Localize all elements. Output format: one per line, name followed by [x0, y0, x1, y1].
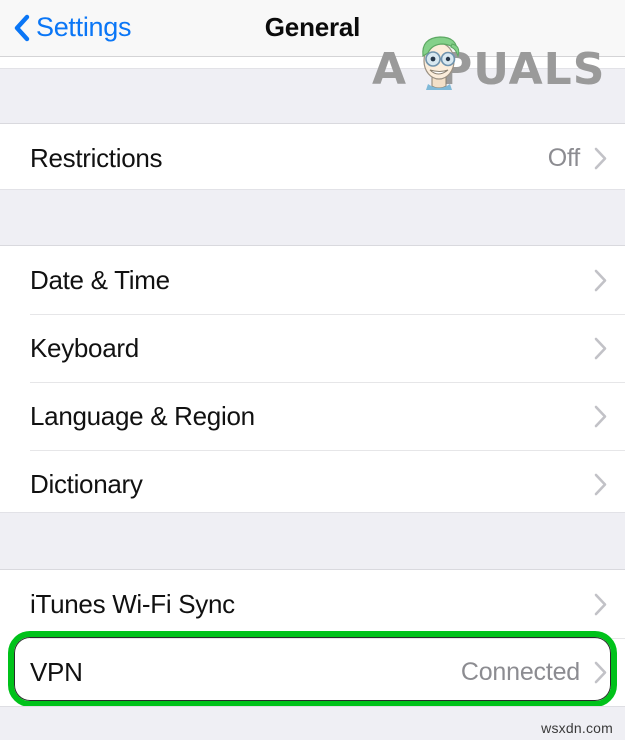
list-item-label: VPN [30, 656, 83, 687]
list-item-accessory [580, 337, 607, 360]
settings-group-sync: iTunes Wi-Fi Sync VPN Connected [0, 570, 625, 706]
list-item-value: Connected [460, 657, 580, 686]
chevron-right-icon [594, 473, 607, 496]
list-item-label: Dictionary [30, 468, 143, 499]
list-item-accessory [580, 269, 607, 292]
list-item-label: iTunes Wi-Fi Sync [30, 588, 235, 619]
chevron-right-icon [594, 269, 607, 292]
list-item-language-region[interactable]: Language & Region [0, 382, 625, 450]
navigation-bar: Settings General [0, 0, 625, 57]
chevron-right-icon [594, 337, 607, 360]
list-item-keyboard[interactable]: Keyboard [0, 314, 625, 382]
chevron-right-icon [594, 405, 607, 428]
list-item-itunes-wifi-sync[interactable]: iTunes Wi-Fi Sync [0, 570, 625, 638]
list-item-accessory: Off [548, 144, 607, 173]
list-item-accessory [580, 405, 607, 428]
list-item-date-time[interactable]: Date & Time [0, 246, 625, 314]
chevron-right-icon [594, 593, 607, 616]
list-item-label: Keyboard [30, 332, 139, 363]
list-item-accessory: Connected [461, 658, 607, 687]
section-gap-middle [0, 189, 625, 246]
list-item-label: Restrictions [30, 142, 163, 173]
footer-watermark: wsxdn.com [541, 720, 613, 736]
list-item-restrictions[interactable]: Restrictions Off [0, 124, 625, 192]
list-item-label: Language & Region [30, 400, 255, 431]
section-gap-bottom [0, 512, 625, 570]
nav-underlay [0, 57, 625, 68]
list-item-value: Off [547, 143, 580, 172]
settings-group-restrictions: Restrictions Off [0, 124, 625, 192]
list-item-accessory [580, 593, 607, 616]
footer-area: wsxdn.com [0, 706, 625, 740]
section-gap-top [0, 68, 625, 124]
list-item-vpn[interactable]: VPN Connected [0, 638, 625, 706]
list-item-accessory [580, 473, 607, 496]
list-item-dictionary[interactable]: Dictionary [0, 450, 625, 518]
chevron-right-icon [594, 661, 607, 684]
list-item-label: Date & Time [30, 264, 170, 295]
settings-group-system: Date & Time Keyboard Language & Region D… [0, 246, 625, 518]
page-title: General [264, 11, 361, 42]
chevron-right-icon [594, 147, 607, 170]
